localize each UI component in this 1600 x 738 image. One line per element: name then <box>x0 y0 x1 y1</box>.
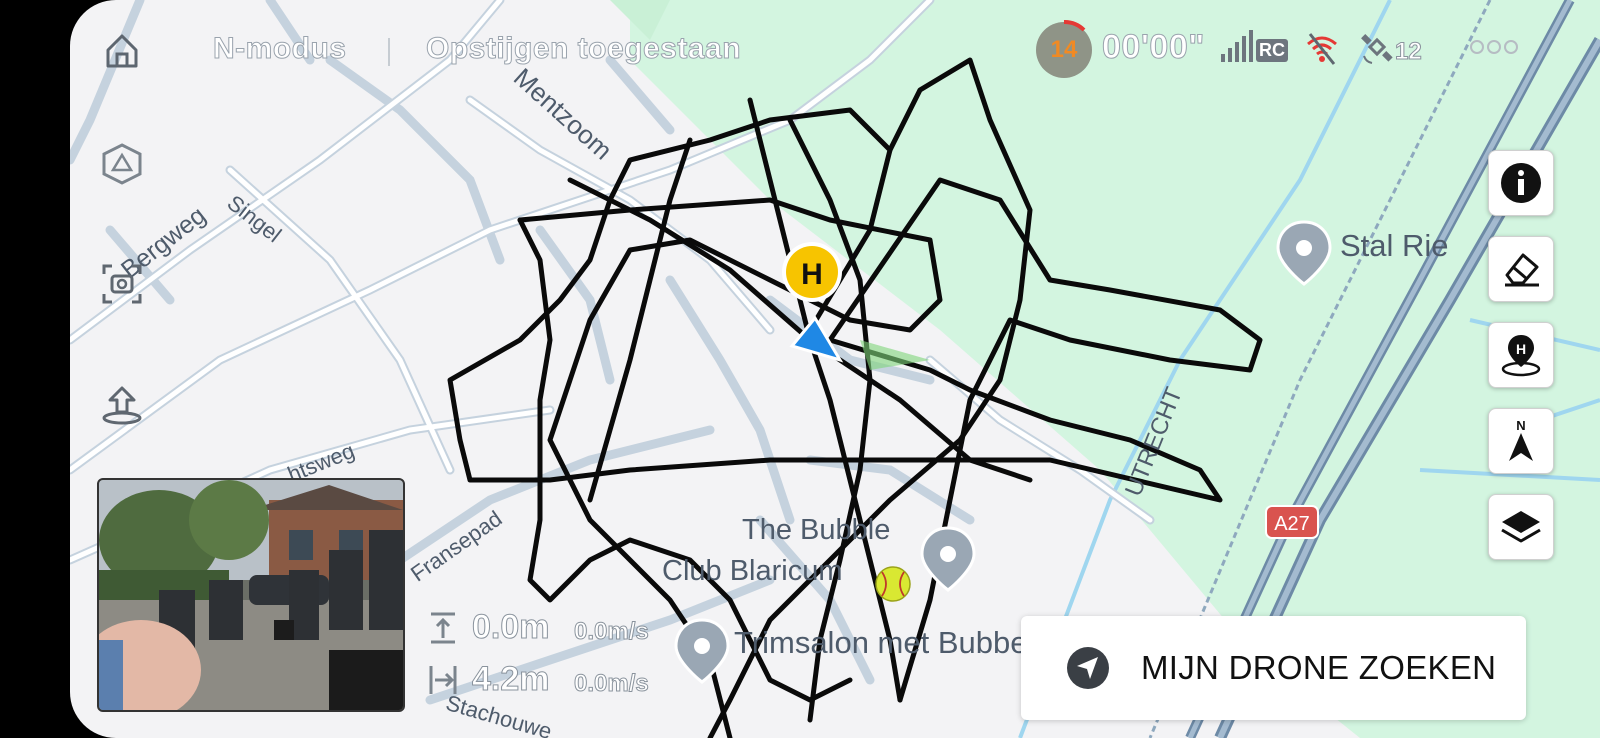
obstacle-sensing-button[interactable] <box>98 140 146 188</box>
info-icon <box>1501 163 1541 203</box>
status-divider <box>388 38 390 66</box>
camera-preview[interactable] <box>97 478 405 712</box>
poi-label-bubble-line2: Club Blaricum <box>662 555 843 587</box>
find-my-drone-label: MIJN DRONE ZOEKEN <box>1141 649 1497 686</box>
hexagon-sensor-icon <box>102 143 142 185</box>
vertical-speed-value: 0.0m/s <box>574 618 650 646</box>
poi-pin-trimsalon[interactable] <box>674 618 730 684</box>
compass-letter: N <box>1516 418 1525 433</box>
home-icon <box>106 34 138 68</box>
camera-switch-button[interactable] <box>98 260 146 308</box>
locate-arrow-icon <box>1067 647 1109 689</box>
home-point-button[interactable]: H <box>1488 322 1554 388</box>
altitude-icon <box>431 612 455 644</box>
info-button[interactable] <box>1488 150 1554 216</box>
road-sign-label: A27 <box>1274 513 1310 535</box>
app-frame: H A27 Mentzoom Bergweg Singel htsweg Fra… <box>70 0 1600 738</box>
altitude-value: 0.0m <box>472 608 550 647</box>
home-marker-letter: H <box>801 258 823 291</box>
distance-value: 4.2m <box>472 660 550 699</box>
satellite-count: 12 <box>1395 38 1423 66</box>
battery-percent: 14 <box>1050 36 1078 63</box>
horizontal-speed-value: 0.0m/s <box>574 670 650 698</box>
home-point-letter: H <box>1516 341 1526 357</box>
takeoff-arrow-icon <box>102 386 142 425</box>
home-point-icon: H <box>1501 335 1541 377</box>
flight-time: 00'00" <box>1102 28 1205 67</box>
takeoff-button[interactable] <box>98 380 146 428</box>
poi-pin-bubble-club[interactable] <box>920 526 976 592</box>
camera-preview-image <box>99 480 403 710</box>
wifi-warning-icon[interactable] <box>1304 30 1340 66</box>
road-sign-a27: A27 <box>1265 505 1319 539</box>
home-point-marker[interactable]: H <box>782 242 842 302</box>
eraser-icon <box>1505 253 1539 287</box>
layers-icon <box>1501 511 1541 543</box>
poi-label-trimsalon: Trimsalon met Bubbel <box>734 625 1035 660</box>
rc-label: RC <box>1256 39 1288 62</box>
find-my-drone-button[interactable]: MIJN DRONE ZOEKEN <box>1021 616 1526 720</box>
north-compass-icon: N <box>1509 418 1533 461</box>
clear-path-button[interactable] <box>1488 236 1554 302</box>
satellite-icon[interactable] <box>1360 30 1396 66</box>
more-menu-button[interactable] <box>1470 40 1518 54</box>
camera-frame-icon <box>102 264 142 304</box>
poi-label-bubble-line1: The Bubble <box>742 514 891 546</box>
distance-icon <box>429 666 457 694</box>
home-button[interactable] <box>98 26 146 74</box>
signal-bars-icon <box>1221 30 1253 62</box>
rc-signal-indicator[interactable]: RC <box>1220 30 1288 62</box>
poi-label-stal: Stal Rie <box>1340 228 1449 263</box>
north-compass-button[interactable]: N <box>1488 408 1554 474</box>
softball-icon <box>875 566 911 602</box>
takeoff-status-label: Opstijgen toegestaan <box>425 32 742 66</box>
battery-indicator[interactable]: 14 <box>1034 19 1094 80</box>
map-layers-button[interactable] <box>1488 494 1554 560</box>
flight-mode-label[interactable]: N-modus <box>213 32 347 66</box>
more-dots-icon <box>1470 40 1518 54</box>
